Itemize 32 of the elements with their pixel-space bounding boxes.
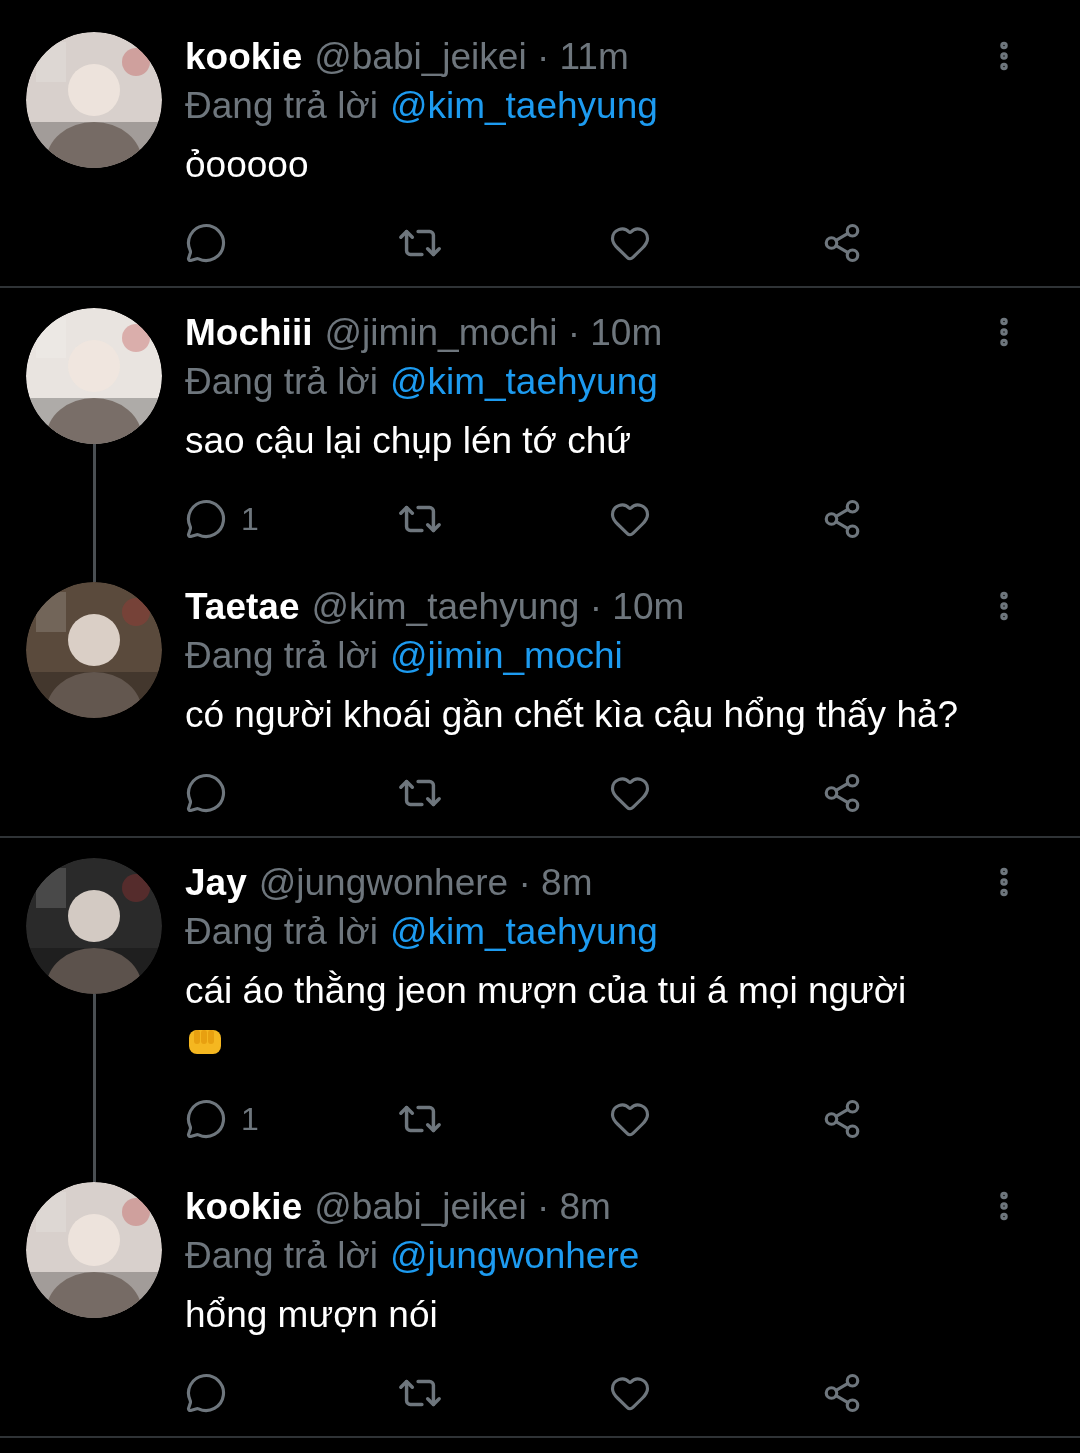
reply-label: Đang trả lời xyxy=(185,1234,378,1278)
mention-link[interactable]: @kim_taehyung xyxy=(389,908,658,956)
user-name: Jay xyxy=(185,861,247,905)
tweet-text: cái áo thằng jeon mượn của tui á mọi người xyxy=(185,969,908,1013)
user-handle: @jungwonhere · 8m xyxy=(258,861,593,905)
reply-label: Đang trả lời xyxy=(185,360,378,404)
mention-link[interactable]: @jimin_mochi xyxy=(389,632,623,680)
tweet-text: ỏooooo xyxy=(185,143,310,187)
reply-icon[interactable] xyxy=(185,222,227,264)
user-name: kookie xyxy=(185,1185,303,1229)
reply-icon[interactable] xyxy=(185,1098,227,1140)
reply-count: 1 xyxy=(241,1100,259,1139)
reply-label: Đang trả lời xyxy=(185,634,378,678)
tweet-text: có người khoái gần chết kìa cậu hổng thấy hả? xyxy=(185,693,960,737)
reply-count: 1 xyxy=(241,500,259,539)
mention-link[interactable]: @kim_taehyung xyxy=(389,82,658,130)
reply-label: Đang trả lời xyxy=(185,84,378,128)
mention-link[interactable]: @jungwonhere xyxy=(389,1232,640,1280)
tweet-text: hổng mượn nói xyxy=(185,1293,439,1337)
user-handle: @babi_jeikei · 11m xyxy=(314,35,629,79)
user-handle: @jimin_mochi · 10m xyxy=(324,311,663,355)
tweet-text: sao cậu lại chụp lén tớ chứ xyxy=(185,419,632,463)
reply-icon[interactable] xyxy=(185,772,227,814)
mention-link[interactable]: @kim_taehyung xyxy=(389,358,658,406)
user-handle: @kim_taehyung · 10m xyxy=(311,585,685,629)
user-name: kookie xyxy=(185,35,303,79)
user-name: Taetae xyxy=(185,585,300,629)
user-name: Mochiii xyxy=(185,311,313,355)
reply-icon[interactable] xyxy=(185,498,227,540)
reply-icon[interactable] xyxy=(185,1372,227,1414)
reply-label: Đang trả lời xyxy=(185,910,378,954)
user-handle: @babi_jeikei · 8m xyxy=(314,1185,611,1229)
